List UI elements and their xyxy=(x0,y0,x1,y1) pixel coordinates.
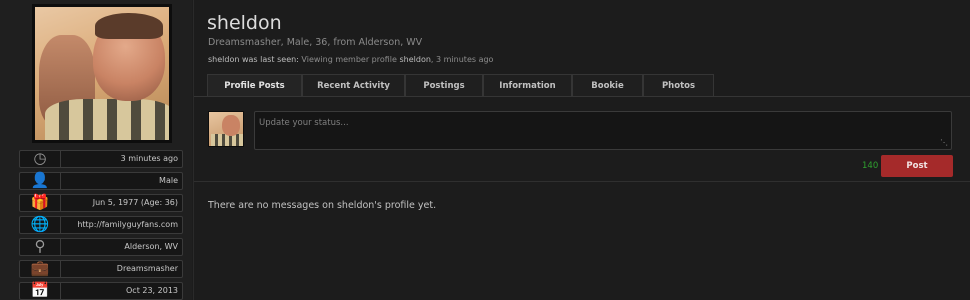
info-row-last-activity: ◷ 3 minutes ago xyxy=(19,150,183,168)
globe-icon: 🌐 xyxy=(30,216,50,233)
profile-tabs: Profile Posts Recent Activity Postings I… xyxy=(207,74,714,96)
post-button[interactable]: Post xyxy=(881,155,953,177)
tab-photos[interactable]: Photos xyxy=(643,74,714,96)
last-seen-time: 3 minutes ago xyxy=(436,55,494,64)
char-counter: 140 xyxy=(862,161,879,171)
profile-name: sheldon xyxy=(207,12,282,34)
location-value: Alderson, WV xyxy=(124,242,178,251)
gift-icon: 🎁 xyxy=(30,194,50,211)
location-pin-icon: ⚲ xyxy=(34,238,46,255)
last-activity-value: 3 minutes ago xyxy=(120,154,178,163)
status-input[interactable]: Update your status... ⋱ xyxy=(254,111,952,150)
tab-recent-activity[interactable]: Recent Activity xyxy=(302,74,405,96)
status-placeholder: Update your status... xyxy=(259,118,349,128)
last-seen-user[interactable]: sheldon xyxy=(399,55,430,64)
tabs-underline xyxy=(194,96,970,97)
tab-bookie[interactable]: Bookie xyxy=(572,74,643,96)
joined-value: Oct 23, 2013 xyxy=(126,286,178,295)
resize-handle-icon[interactable]: ⋱ xyxy=(940,139,948,147)
tab-profile-posts[interactable]: Profile Posts xyxy=(207,74,302,96)
profile-avatar[interactable] xyxy=(32,4,172,143)
gender-value: Male xyxy=(159,176,178,185)
tab-information[interactable]: Information xyxy=(483,74,572,96)
section-divider xyxy=(194,181,970,182)
profile-subtitle: Dreamsmasher, Male, 36, from Alderson, W… xyxy=(208,37,423,48)
last-seen-prefix: sheldon was last seen: xyxy=(208,55,299,64)
info-row-joined: 📅 Oct 23, 2013 xyxy=(19,282,183,300)
info-row-birthday: 🎁 Jun 5, 1977 (Age: 36) xyxy=(19,194,183,212)
user-icon: 👤 xyxy=(30,172,50,189)
profile-sidebar: ◷ 3 minutes ago 👤 Male 🎁 Jun 5, 1977 (Ag… xyxy=(0,0,192,300)
info-row-website[interactable]: 🌐 http://familyguyfans.com xyxy=(19,216,183,234)
tab-postings[interactable]: Postings xyxy=(405,74,483,96)
briefcase-icon: 💼 xyxy=(30,260,50,277)
status-avatar[interactable] xyxy=(208,111,244,147)
info-row-location: ⚲ Alderson, WV xyxy=(19,238,183,256)
clock-icon: ◷ xyxy=(33,150,47,167)
last-seen-line: sheldon was last seen: Viewing member pr… xyxy=(208,55,494,64)
info-row-occupation: 💼 Dreamsmasher xyxy=(19,260,183,278)
info-row-gender: 👤 Male xyxy=(19,172,183,190)
last-seen-activity: Viewing member profile xyxy=(301,55,397,64)
calendar-icon: 📅 xyxy=(30,282,50,299)
occupation-value: Dreamsmasher xyxy=(116,264,178,273)
website-link[interactable]: http://familyguyfans.com xyxy=(77,217,178,233)
empty-messages-text: There are no messages on sheldon's profi… xyxy=(208,200,437,211)
birthday-value: Jun 5, 1977 (Age: 36) xyxy=(92,198,178,207)
sidebar-divider xyxy=(193,0,194,300)
